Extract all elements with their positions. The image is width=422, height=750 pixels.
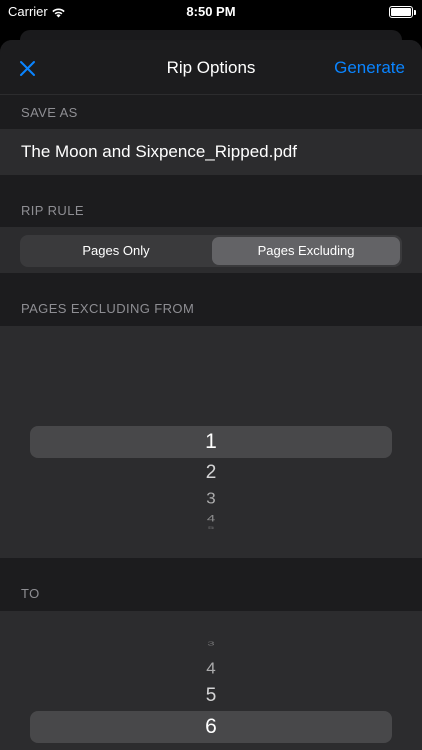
picker-item-selected[interactable]: 1	[0, 430, 422, 454]
picker-item[interactable]: 2	[0, 462, 422, 484]
segment-pages-excluding[interactable]: Pages Excluding	[212, 237, 400, 265]
picker-item[interactable]: 3	[0, 641, 422, 647]
picker-item-selected[interactable]: 6	[0, 715, 422, 739]
to-header: TO	[21, 586, 40, 601]
filename-field[interactable]: The Moon and Sixpence_Ripped.pdf	[0, 129, 422, 175]
save-as-header: SAVE AS	[21, 105, 78, 120]
navigation-bar: Rip Options Generate	[0, 40, 422, 95]
picker-item[interactable]: 5	[0, 685, 422, 707]
to-page-picker[interactable]: 3 4 5 6	[0, 611, 422, 750]
generate-button[interactable]: Generate	[334, 58, 405, 78]
picker-item[interactable]: 5	[0, 526, 422, 530]
rip-rule-header: RIP RULE	[21, 203, 84, 218]
picker-item[interactable]: 4	[0, 514, 422, 524]
filename-value: The Moon and Sixpence_Ripped.pdf	[21, 142, 297, 161]
segment-pages-only[interactable]: Pages Only	[22, 237, 210, 265]
battery-icon	[389, 6, 416, 18]
rip-options-sheet: Rip Options Generate SAVE AS The Moon an…	[0, 40, 422, 750]
rip-rule-row: Pages Only Pages Excluding	[0, 227, 422, 273]
status-bar: Carrier 8:50 PM	[0, 0, 422, 24]
from-page-picker[interactable]: 1 2 3 4 5	[0, 326, 422, 558]
pages-from-header: PAGES EXCLUDING FROM	[21, 301, 195, 316]
rip-rule-segmented-control: Pages Only Pages Excluding	[20, 235, 402, 267]
picker-item[interactable]: 4	[0, 660, 422, 678]
picker-item[interactable]: 3	[0, 490, 422, 508]
status-time: 8:50 PM	[186, 4, 236, 19]
